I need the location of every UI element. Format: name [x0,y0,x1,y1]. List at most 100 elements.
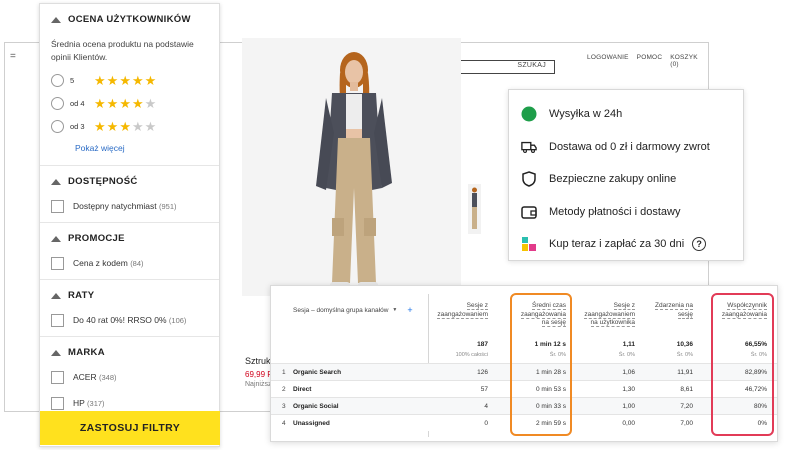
checkbox[interactable] [51,313,64,327]
table-cell: 1,00 [622,403,635,410]
help-link[interactable]: POMOC [637,54,663,68]
help-circle-icon[interactable]: ? [692,237,707,252]
hamburger-menu-icon[interactable]: = [10,51,16,62]
row-number: 4 [282,420,286,427]
metric-header[interactable]: Sesje z zaangażowaniem [418,302,488,319]
brand-option[interactable]: ACER (348) [51,370,208,384]
promotions-filter-header[interactable]: PROMOCJE [51,233,208,244]
row-number: 3 [282,403,286,410]
option-label: Cena z kodem (84) [73,258,144,268]
promotions-filter-title: PROMOCJE [68,233,125,244]
table-cell: 126 [477,369,488,376]
installments-filter-title: RATY [68,290,95,301]
installments-filter: RATY Do 40 rat 0%! RRSO 0% (106) [40,280,219,337]
rating-filter-title: OCENA UŻYTKOWNIKÓW [68,14,191,25]
channel-name: Organic Search [293,369,342,376]
row-number: 1 [282,369,286,376]
top-links: LOGOWANIE POMOC KOSZYK (0) [587,54,708,68]
availability-option[interactable]: Dostępny natychmiast (951) [51,199,208,213]
metric-total: 187 [477,341,488,348]
collapse-triangle-icon [51,235,61,242]
checkbox[interactable] [51,256,64,270]
option-label: Do 40 rat 0%! RRSO 0% (106) [73,315,187,325]
table-cell: 4 [484,403,488,410]
shop-benefits-card: Wysyłka w 24h Dostawa od 0 zł i darmowy … [508,89,744,261]
option-label: HP (317) [73,398,105,408]
brand-filter: MARKA ACER (348) HP (317) [40,337,219,419]
table-cell: 0,00 [622,420,635,427]
metric-total-note: Śr. 0% [676,352,693,358]
collapse-triangle-icon [51,178,61,185]
star-rating-icon: ★ ★ ★ ★ ★ [94,95,157,111]
option-label: Dostępny natychmiast (951) [73,201,177,211]
thumbnail-illustration [468,184,481,234]
red-highlight-box [711,293,774,436]
metric-total-note: 100% całości [455,352,488,358]
show-more-link[interactable]: Pokaż więcej [75,143,125,153]
login-link[interactable]: LOGOWANIE [587,54,629,68]
product-image[interactable] [242,38,461,296]
brand-option[interactable]: HP (317) [51,396,208,410]
promotions-filter: PROMOCJE Cena z kodem (84) [40,223,219,280]
rating-filter-header[interactable]: OCENA UŻYTKOWNIKÓW [51,14,208,25]
table-cell: 57 [480,386,488,393]
product-lowest-price: Najniższ [245,381,272,388]
table-cell: 11,91 [677,369,693,376]
product-price: 69,99 P [245,370,273,379]
bnpl-blocks-icon [521,236,537,252]
product-name[interactable]: Sztruk [245,356,271,366]
metric-total: 10,36 [676,341,693,348]
collapse-triangle-icon [51,349,61,356]
metric-total: 1,11 [622,341,635,348]
table-cell: 8,61 [680,386,693,393]
product-thumbnail[interactable] [468,184,481,234]
green-dot-icon [521,106,537,122]
table-cell: 1,06 [622,369,635,376]
checkbox[interactable] [51,370,64,384]
add-dimension-icon[interactable]: + [407,305,412,315]
shield-icon [521,171,537,188]
installments-filter-header[interactable]: RATY [51,290,208,301]
checkbox[interactable] [51,396,64,410]
cart-link[interactable]: KOSZYK (0) [670,54,708,68]
benefit-text: Bezpieczne zakupy online [549,173,677,186]
radio-button[interactable] [51,96,64,110]
analytics-report-table: Sesja – domyślna grupa kanałów ▼ + Sesje… [270,285,778,442]
table-cell: 1,30 [622,386,635,393]
benefit-item[interactable]: Bezpieczne zakupy online [521,163,731,196]
benefit-text: Kup teraz i zapłać za 30 dni [549,238,685,251]
radio-button[interactable] [51,119,64,133]
promotions-option[interactable]: Cena z kodem (84) [51,256,208,270]
channel-name: Unassigned [293,420,330,427]
table-cell: 0 [484,420,488,427]
brand-filter-title: MARKA [68,347,105,358]
rating-option[interactable]: 5 ★ ★ ★ ★ ★ [51,73,208,87]
rating-filter: OCENA UŻYTKOWNIKÓW Średnia ocena produkt… [40,4,219,166]
installments-option[interactable]: Do 40 rat 0%! RRSO 0% (106) [51,313,208,327]
metric-header[interactable]: Zdarzenia na sesję [623,302,693,319]
rating-filter-description: Średnia ocena produktu na podstawie opin… [51,39,194,62]
dimension-selector[interactable]: Sesja – domyślna grupa kanałów ▼ + [293,305,413,315]
channel-name: Direct [293,386,312,393]
option-label: ACER (348) [73,372,117,382]
metric-total-note: Śr. 0% [618,352,635,358]
benefit-text: Metody płatności i dostawy [549,205,681,218]
benefit-item[interactable]: Dostawa od 0 zł i darmowy zwrot [521,131,731,164]
benefit-item[interactable]: Kup teraz i zapłać za 30 dni ? [521,228,731,261]
rating-option-label: od 3 [70,121,85,131]
radio-button[interactable] [51,73,64,87]
table-cell: 7,20 [680,403,693,410]
brand-filter-header[interactable]: MARKA [51,347,208,358]
truck-icon [521,139,537,155]
wallet-icon [521,204,537,220]
benefit-item[interactable]: Metody płatności i dostawy [521,196,731,229]
model-photo-illustration [242,38,461,296]
search-button[interactable]: SZUKAJ [517,62,546,69]
dropdown-caret-icon[interactable]: ▼ [392,307,397,313]
apply-filters-button[interactable]: ZASTOSUJ FILTRY [40,411,220,445]
rating-option[interactable]: od 4 ★ ★ ★ ★ ★ [51,96,208,110]
availability-filter-header[interactable]: DOSTĘPNOŚĆ [51,176,208,187]
checkbox[interactable] [51,199,64,213]
rating-option[interactable]: od 3 ★ ★ ★ ★ ★ [51,119,208,133]
row-number: 2 [282,386,286,393]
